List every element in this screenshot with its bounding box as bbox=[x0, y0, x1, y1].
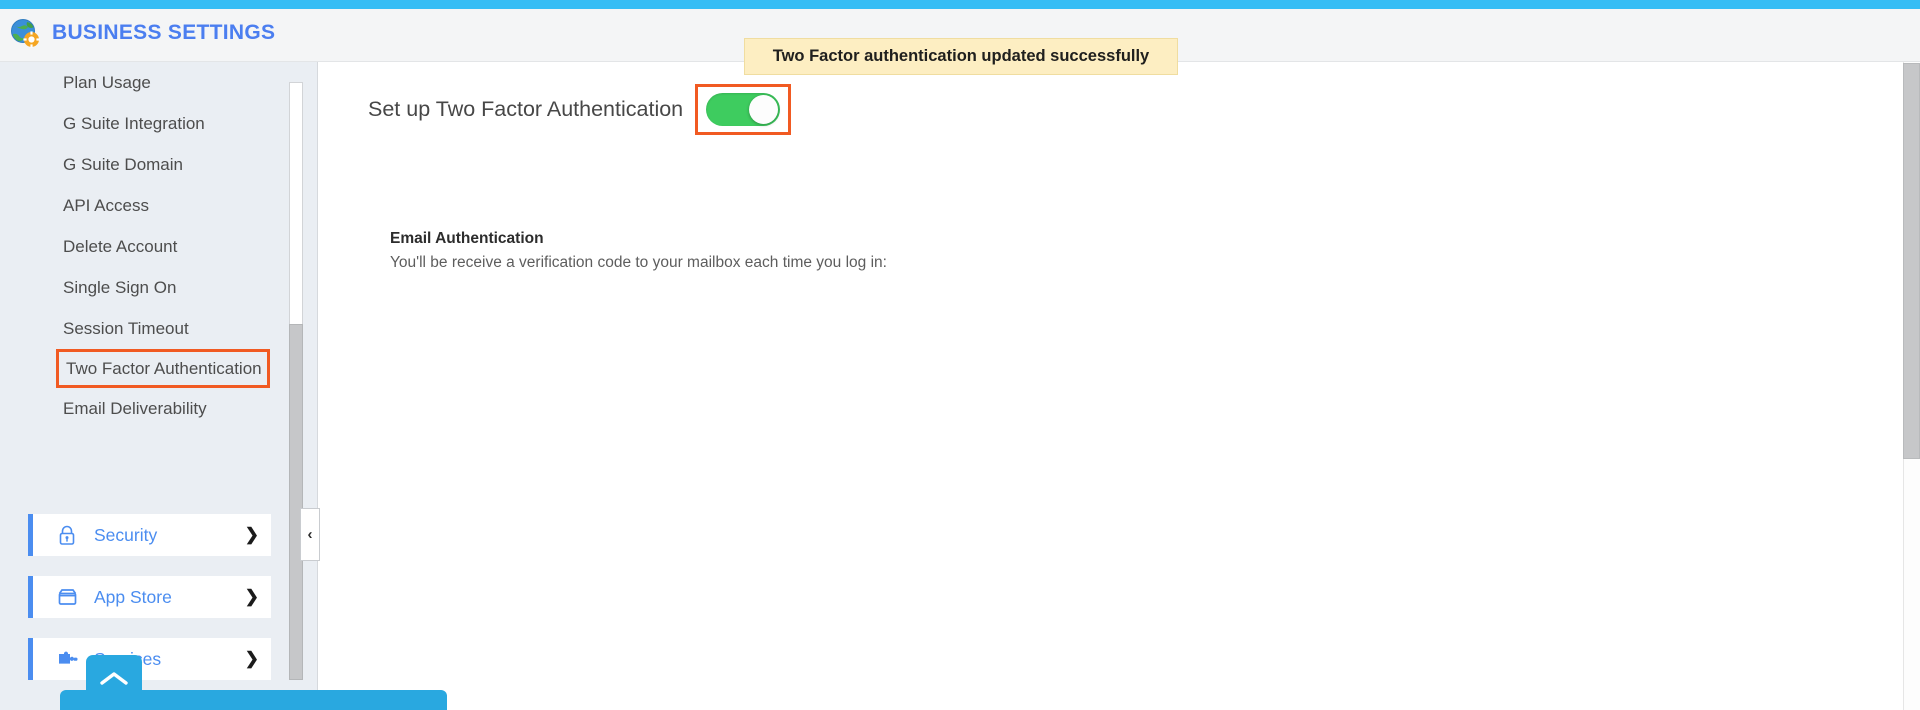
sidebar-item-g-suite-integration[interactable]: G Suite Integration bbox=[0, 103, 290, 144]
two-factor-setup-row: Set up Two Factor Authentication bbox=[368, 84, 792, 135]
sidebar-item-g-suite-domain[interactable]: G Suite Domain bbox=[0, 144, 290, 185]
toggle-annotation-box bbox=[695, 84, 792, 135]
chevron-left-icon: ‹ bbox=[307, 526, 313, 543]
chevron-right-icon: ❯ bbox=[244, 587, 259, 606]
sidebar-category-label: Security bbox=[94, 524, 158, 545]
sidebar-collapse-handle[interactable]: ‹ bbox=[300, 508, 320, 561]
sidebar: Plan Usage G Suite Integration G Suite D… bbox=[0, 62, 318, 710]
sidebar-category-security[interactable]: Security ❯ bbox=[28, 514, 271, 556]
sidebar-scrollbar-thumb[interactable] bbox=[289, 324, 303, 680]
business-settings-page: BUSINESS SETTINGS Two Factor authenticat… bbox=[0, 0, 1920, 710]
toast-notification: Two Factor authentication updated succes… bbox=[744, 38, 1178, 75]
email-authentication-title: Email Authentication bbox=[390, 230, 544, 247]
sidebar-item-single-sign-on[interactable]: Single Sign On bbox=[0, 267, 290, 308]
toggle-knob bbox=[749, 95, 779, 124]
lock-icon bbox=[56, 524, 78, 546]
sidebar-category-app-store[interactable]: App Store ❯ bbox=[28, 576, 271, 618]
sidebar-menu: Plan Usage G Suite Integration G Suite D… bbox=[0, 62, 290, 429]
sidebar-category-services[interactable]: Services ❯ bbox=[28, 638, 271, 680]
chevron-right-icon: ❯ bbox=[244, 649, 259, 668]
sidebar-item-plan-usage[interactable]: Plan Usage bbox=[0, 62, 290, 103]
chevron-up-icon bbox=[100, 671, 128, 685]
email-authentication-description: You'll be receive a verification code to… bbox=[390, 254, 887, 271]
sidebar-item-email-deliverability[interactable]: Email Deliverability bbox=[0, 388, 290, 429]
top-accent-bar bbox=[0, 0, 1920, 9]
sidebar-item-two-factor-authentication[interactable]: Two Factor Authentication bbox=[56, 349, 270, 388]
main-content: Set up Two Factor Authentication Email A… bbox=[319, 62, 1903, 710]
setup-label: Set up Two Factor Authentication bbox=[368, 97, 684, 121]
page-scrollbar-thumb[interactable] bbox=[1903, 63, 1920, 459]
puzzle-piece-icon bbox=[56, 648, 78, 670]
two-factor-authentication-toggle[interactable] bbox=[706, 93, 781, 126]
scroll-to-top-tab[interactable] bbox=[86, 655, 142, 700]
store-icon bbox=[56, 586, 78, 608]
sidebar-item-api-access[interactable]: API Access bbox=[0, 185, 290, 226]
sidebar-item-session-timeout[interactable]: Session Timeout bbox=[0, 308, 290, 349]
sidebar-categories: Security ❯ App Store ❯ ❯ bbox=[28, 514, 271, 700]
sidebar-category-label: App Store bbox=[94, 586, 172, 607]
brand: BUSINESS SETTINGS bbox=[10, 18, 275, 48]
globe-gear-icon bbox=[10, 18, 40, 48]
chevron-right-icon: ❯ bbox=[244, 525, 259, 544]
email-authentication-section: Email Authentication You'll be receive a… bbox=[390, 230, 887, 272]
sidebar-item-delete-account[interactable]: Delete Account bbox=[0, 226, 290, 267]
page-title: BUSINESS SETTINGS bbox=[52, 21, 276, 44]
